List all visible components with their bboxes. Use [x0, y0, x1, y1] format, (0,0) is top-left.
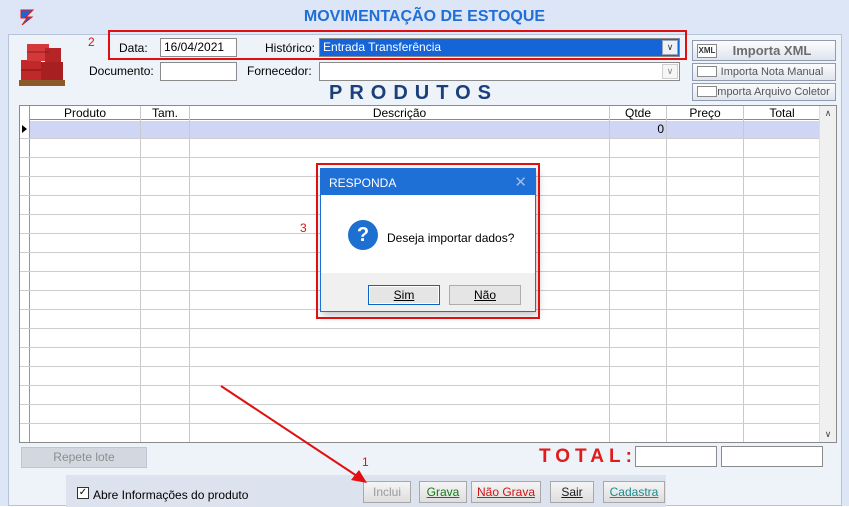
nao-grava-button[interactable]: Não Grava	[471, 481, 541, 503]
row-pointer-icon	[22, 125, 27, 133]
abre-informacoes-checkbox[interactable]: ✓	[77, 487, 89, 499]
col-tam[interactable]: Tam.	[141, 106, 189, 120]
chevron-down-icon[interactable]: ∨	[662, 64, 678, 79]
annotation-box-form	[108, 30, 687, 60]
selected-row[interactable]	[30, 121, 819, 138]
importa-nota-manual-label: Importa Nota Manual	[720, 66, 824, 78]
annotation-step-2: 2	[88, 35, 95, 49]
sair-button[interactable]: Sair	[550, 481, 594, 503]
total-label: TOTAL:	[539, 446, 637, 467]
tag-icon	[697, 66, 717, 77]
title-bar: MOVIMENTAÇÃO DE ESTOQUE	[0, 0, 849, 34]
total-value-field	[721, 446, 823, 467]
documento-input[interactable]	[160, 62, 237, 81]
xml-file-icon: XML	[697, 44, 717, 58]
importa-nota-manual-button[interactable]: Importa Nota Manual	[692, 63, 836, 81]
col-preco[interactable]: Preço	[667, 106, 743, 120]
qtde-cell[interactable]: 0	[610, 122, 664, 136]
importa-xml-label: Importa XML	[732, 43, 812, 58]
importa-xml-button[interactable]: XML Importa XML	[692, 40, 836, 61]
abre-informacoes-label: Abre Informações do produto	[93, 488, 249, 502]
annotation-arrow-icon	[220, 385, 367, 483]
annotation-box-dialog	[316, 163, 540, 319]
documento-label: Documento:	[89, 64, 154, 78]
scroll-up-icon[interactable]: ∧	[820, 108, 836, 119]
stock-boxes-icon	[19, 44, 65, 86]
cadastra-button[interactable]: Cadastra	[603, 481, 665, 503]
scroll-down-icon[interactable]: ∨	[820, 429, 836, 440]
total-qtde-field	[635, 446, 717, 467]
importa-arquivo-coletor-button[interactable]: Importa Arquivo Coletor	[692, 83, 836, 101]
col-produto[interactable]: Produto	[30, 106, 140, 120]
folder-icon	[697, 86, 717, 97]
annotation-step-3: 3	[300, 221, 307, 235]
produtos-heading: PRODUTOS	[329, 82, 498, 104]
fornecedor-select[interactable]: ∨	[319, 62, 680, 81]
vertical-scrollbar[interactable]: ∧ ∨	[819, 106, 836, 442]
col-total[interactable]: Total	[744, 106, 820, 120]
col-descricao[interactable]: Descrição	[190, 106, 609, 120]
window-title: MOVIMENTAÇÃO DE ESTOQUE	[303, 8, 546, 25]
grava-button[interactable]: Grava	[419, 481, 467, 503]
repete-lote-button[interactable]: Repete lote	[21, 447, 147, 468]
importa-arquivo-coletor-label: Importa Arquivo Coletor	[714, 86, 830, 98]
fornecedor-label: Fornecedor:	[247, 64, 312, 78]
col-qtde[interactable]: Qtde	[610, 106, 666, 120]
stock-movement-window: MOVIMENTAÇÃO DE ESTOQUE Data: 16/04/2021…	[0, 0, 849, 507]
